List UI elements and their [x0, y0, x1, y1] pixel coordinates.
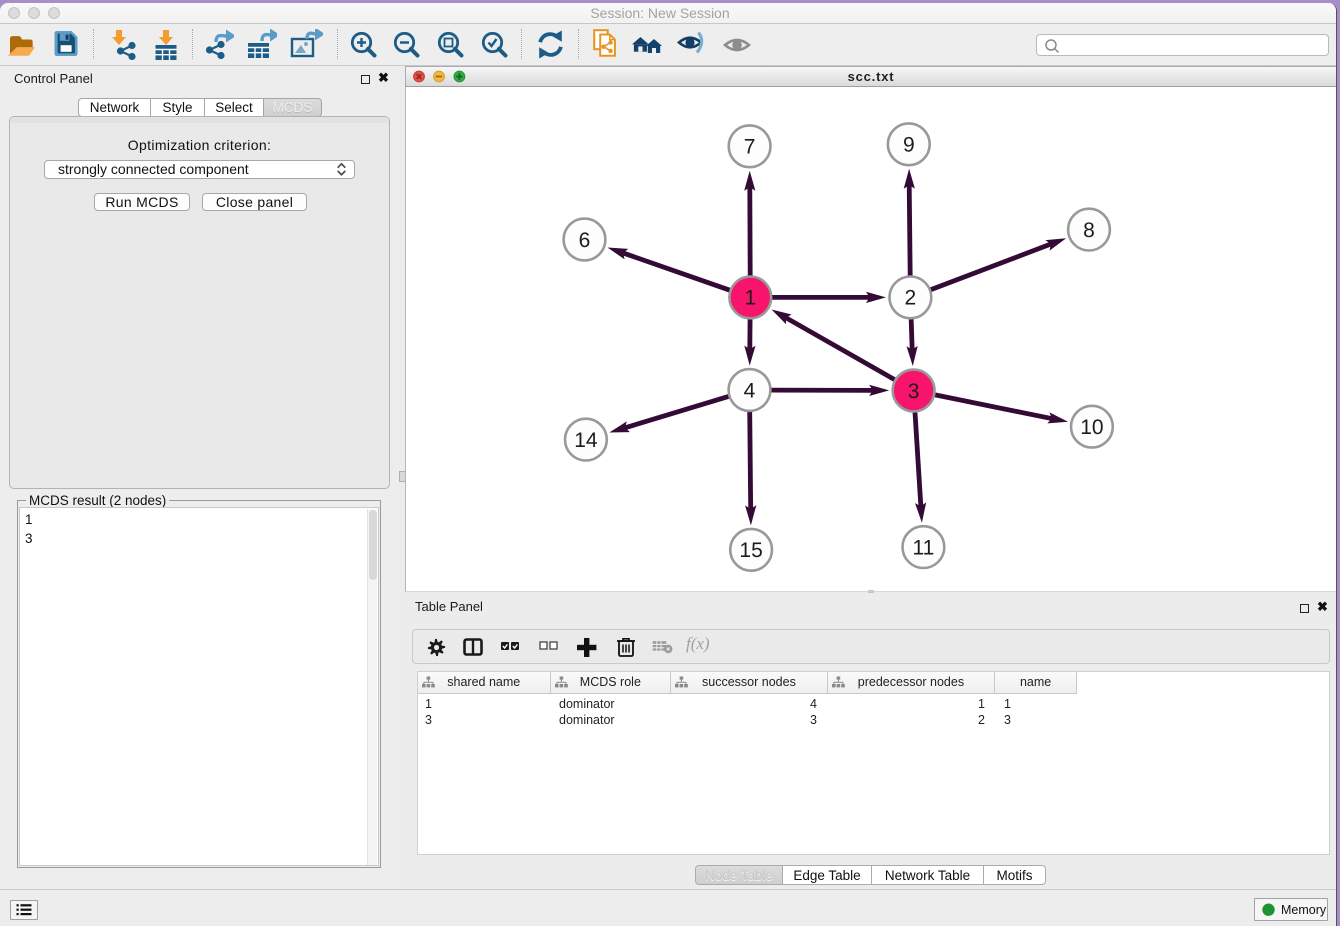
svg-text:15: 15	[739, 539, 762, 562]
svg-text:2: 2	[905, 287, 917, 310]
svg-text:3: 3	[908, 380, 920, 403]
svg-text:14: 14	[574, 429, 598, 452]
svg-text:11: 11	[912, 536, 934, 559]
svg-text:10: 10	[1080, 416, 1103, 439]
svg-text:7: 7	[744, 136, 756, 159]
svg-text:4: 4	[744, 379, 756, 402]
svg-text:1: 1	[744, 287, 756, 310]
svg-text:6: 6	[579, 229, 591, 252]
svg-text:8: 8	[1083, 219, 1095, 242]
svg-text:9: 9	[903, 134, 915, 157]
